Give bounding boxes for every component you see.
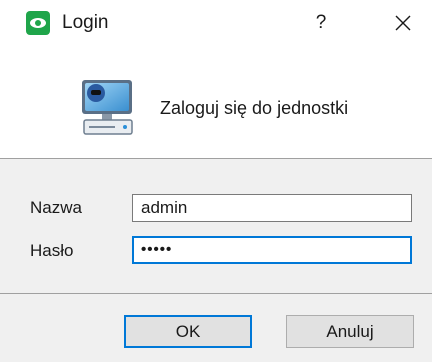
help-button[interactable]: ? bbox=[306, 8, 336, 38]
ok-button[interactable]: OK bbox=[124, 315, 252, 348]
computer-icon bbox=[82, 80, 133, 135]
username-field[interactable]: admin bbox=[132, 194, 412, 222]
password-field[interactable]: ••••• bbox=[132, 236, 412, 264]
cancel-button[interactable]: Anuluj bbox=[286, 315, 414, 348]
password-label: Hasło bbox=[30, 241, 74, 260]
username-label: Nazwa bbox=[30, 198, 82, 217]
header-area: Zaloguj się do jednostki bbox=[0, 62, 432, 158]
divider bbox=[0, 158, 432, 159]
eye-icon bbox=[26, 11, 50, 35]
close-button[interactable] bbox=[386, 8, 420, 38]
window-title: Login bbox=[62, 12, 109, 33]
header-message: Zaloguj się do jednostki bbox=[160, 98, 349, 118]
title-bar: Login ? bbox=[0, 0, 432, 62]
close-icon bbox=[395, 15, 411, 31]
